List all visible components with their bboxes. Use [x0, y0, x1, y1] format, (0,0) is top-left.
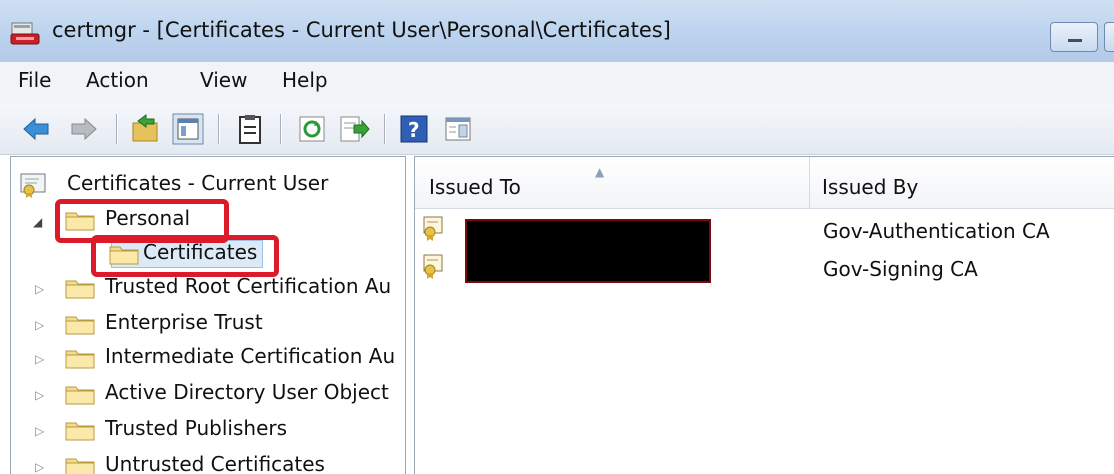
help-icon[interactable]: ?: [398, 113, 430, 145]
column-header-issued-to[interactable]: ▲ Issued To: [415, 157, 809, 209]
folder-icon: [65, 350, 95, 369]
collapsed-arrow-icon[interactable]: ▷: [35, 424, 44, 438]
column-header-label: Issued By: [822, 175, 919, 199]
toolbar: ?: [0, 104, 1114, 155]
forward-arrow-icon[interactable]: [68, 113, 100, 145]
folder-icon: [65, 316, 95, 335]
menu-action[interactable]: Action: [86, 68, 149, 92]
menu-bar: File Action View Help: [0, 62, 1114, 105]
column-header-label: Issued To: [429, 175, 521, 199]
tree-item-untrusted[interactable]: ▷ Untrusted Certificates: [11, 449, 401, 474]
menu-help[interactable]: Help: [282, 68, 328, 92]
tree-item-active-directory[interactable]: ▷ Active Directory User Object: [11, 377, 401, 411]
properties-icon[interactable]: [234, 113, 266, 145]
export-list-icon[interactable]: [338, 113, 370, 145]
tree-item-label: Trusted Publishers: [105, 416, 288, 440]
show-hide-console-tree-icon[interactable]: [172, 113, 204, 145]
refresh-icon[interactable]: [296, 113, 328, 145]
tree-item-label: Enterprise Trust: [105, 310, 263, 334]
tree-item-label: Active Directory User Object: [105, 380, 389, 404]
certificate-store-icon: [20, 173, 46, 198]
folder-icon: [65, 422, 95, 441]
menu-file[interactable]: File: [18, 68, 51, 92]
collapsed-arrow-icon[interactable]: ▷: [35, 460, 44, 474]
redacted-issued-to: [465, 219, 711, 283]
folder-icon: [65, 458, 95, 474]
collapsed-arrow-icon[interactable]: ▷: [35, 352, 44, 366]
action-pane-icon[interactable]: [442, 113, 474, 145]
maximize-button[interactable]: [1104, 22, 1114, 52]
issued-by-cell: Gov-Authentication CA: [823, 219, 1050, 243]
folder-icon: [65, 280, 95, 299]
tree-item-label: Trusted Root Certification Au: [105, 274, 392, 298]
window-title: certmgr - [Certificates - Current User\P…: [52, 18, 671, 42]
results-list-pane[interactable]: ▲ Issued To Issued By Gov-Authentication…: [414, 156, 1114, 474]
column-header-issued-by[interactable]: Issued By: [810, 157, 1114, 209]
annotation-box-certificates: [91, 235, 279, 277]
svg-text:?: ?: [408, 118, 420, 142]
tree-item-intermediate[interactable]: ▷ Intermediate Certification Au: [11, 341, 401, 375]
console-tree-pane[interactable]: Certificates - Current User ◢ Personal C…: [10, 156, 406, 474]
sort-ascending-icon: ▲: [595, 165, 605, 179]
tree-item-enterprise-trust[interactable]: ▷ Enterprise Trust: [11, 307, 401, 341]
title-bar: certmgr - [Certificates - Current User\P…: [0, 0, 1114, 63]
tree-item-trusted-publishers[interactable]: ▷ Trusted Publishers: [11, 413, 401, 447]
tree-item-label: Intermediate Certification Au: [105, 344, 396, 368]
tree-item-label: Untrusted Certificates: [105, 452, 325, 474]
issued-by-cell: Gov-Signing CA: [823, 257, 978, 281]
collapsed-arrow-icon[interactable]: ▷: [35, 282, 44, 296]
folder-icon: [65, 386, 95, 405]
certificate-icon: [423, 254, 443, 279]
up-folder-icon[interactable]: [130, 113, 162, 145]
certmgr-app-icon: [10, 22, 40, 45]
expanded-arrow-icon[interactable]: ◢: [33, 215, 42, 229]
tree-root-label: Certificates - Current User: [67, 171, 329, 195]
back-arrow-icon[interactable]: [20, 113, 52, 145]
menu-view[interactable]: View: [200, 68, 247, 92]
collapsed-arrow-icon[interactable]: ▷: [35, 318, 44, 332]
collapsed-arrow-icon[interactable]: ▷: [35, 388, 44, 402]
minimize-button[interactable]: [1050, 22, 1098, 52]
certificate-icon: [423, 216, 443, 241]
